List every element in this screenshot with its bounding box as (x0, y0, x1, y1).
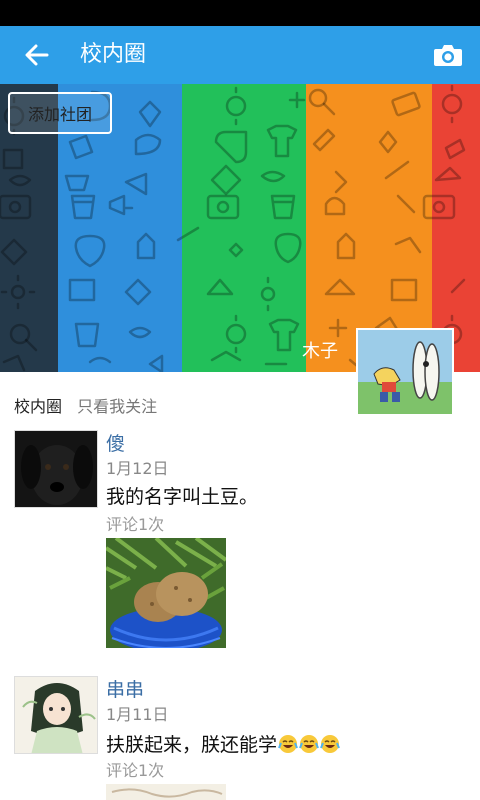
filter-following-tab[interactable]: 只看我关注 (77, 397, 157, 416)
post-item[interactable]: 串串 1月11日 扶朕起来，朕还能学 评论1次 (0, 676, 480, 800)
tears-of-joy-emoji-icon (320, 734, 340, 754)
add-club-button[interactable]: 添加社团 (8, 92, 112, 134)
dog-avatar-image (15, 431, 97, 507)
camera-icon (434, 45, 462, 66)
arrow-left-icon (25, 44, 49, 66)
potato-photo (106, 538, 226, 648)
filter-row: 校内圈 只看我关注 (14, 396, 157, 418)
post-avatar[interactable] (14, 676, 98, 754)
post-comment-count[interactable]: 评论1次 (106, 514, 164, 536)
tears-of-joy-emoji-icon (299, 734, 319, 754)
post-image[interactable] (106, 784, 226, 800)
tears-of-joy-emoji-icon (278, 734, 298, 754)
post-text: 扶朕起来，朕还能学 (106, 734, 278, 756)
post-date: 1月11日 (106, 705, 169, 724)
profile-name: 木子 (302, 341, 338, 362)
avatar-image (358, 330, 452, 414)
post-item[interactable]: 傻 1月12日 我的名字叫土豆。 评论1次 (0, 430, 480, 660)
post-author[interactable]: 串串 (106, 678, 144, 702)
camera-button[interactable] (426, 36, 470, 74)
anime-avatar-image (15, 677, 97, 753)
back-button[interactable] (16, 35, 58, 75)
post-author[interactable]: 傻 (106, 432, 125, 456)
post-date: 1月12日 (106, 459, 169, 478)
filter-school-tab[interactable]: 校内圈 (14, 397, 62, 416)
post-avatar[interactable] (14, 430, 98, 508)
status-bar (0, 0, 480, 26)
profile-avatar[interactable] (356, 328, 454, 416)
post-text: 我的名字叫土豆。 (106, 486, 259, 508)
post-text-row: 扶朕起来，朕还能学 (106, 732, 340, 758)
app-bar: 校内圈 (0, 26, 480, 84)
post-photo-partial (106, 784, 226, 800)
page-title: 校内圈 (80, 42, 147, 67)
post-comment-count[interactable]: 评论1次 (106, 760, 164, 782)
post-image[interactable] (106, 538, 226, 648)
